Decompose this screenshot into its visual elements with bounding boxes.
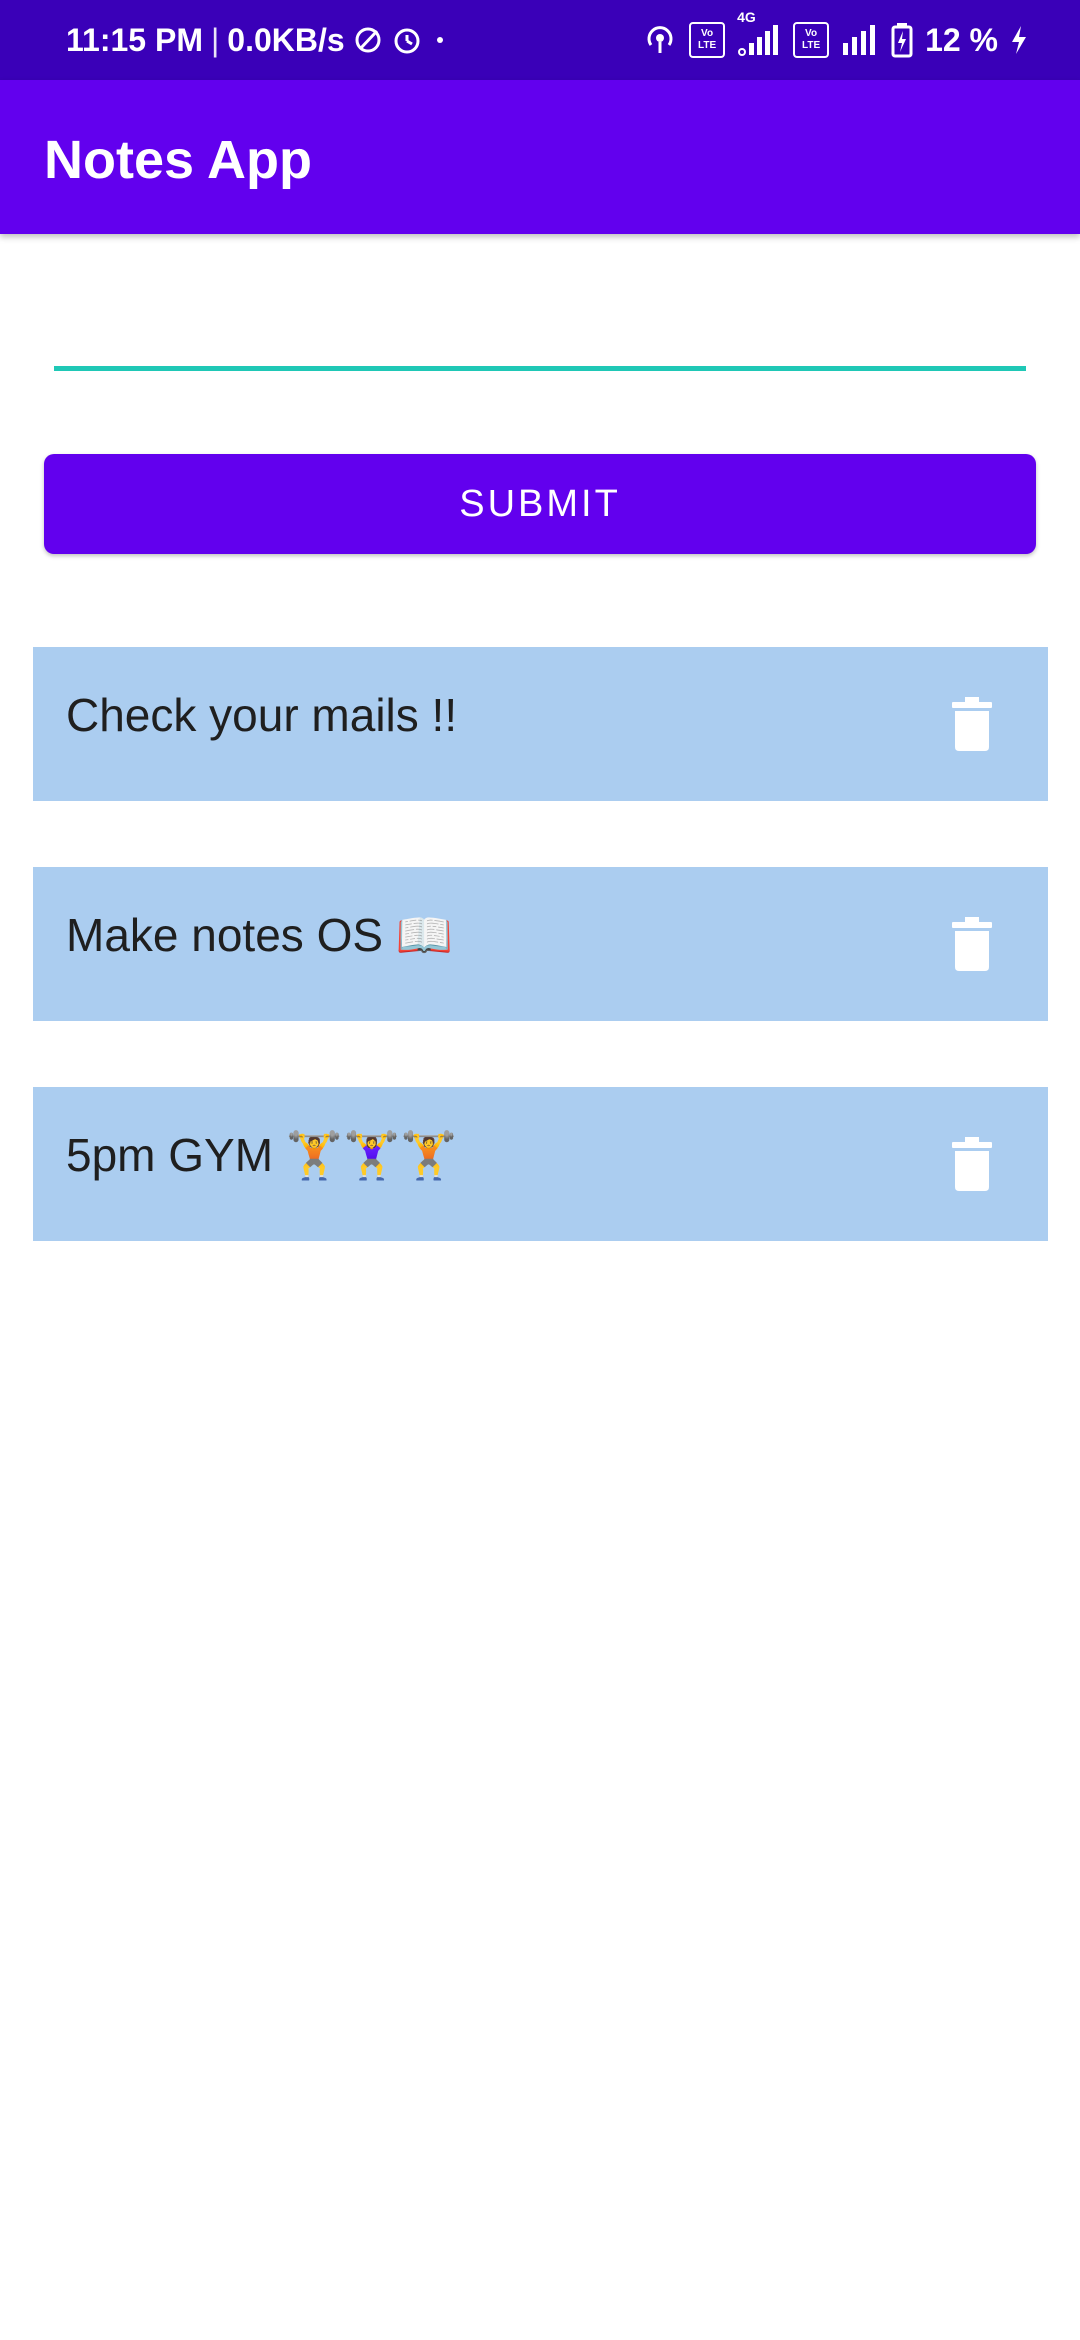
volte-bottom-text: LTE	[697, 40, 717, 51]
network-type: 4G	[737, 9, 756, 25]
volte-icon-2: Vo LTE	[793, 22, 830, 58]
list-item: Make notes OS 📖	[33, 867, 1048, 1021]
note-text: 5pm GYM 🏋️🏋️‍♀️🏋️	[66, 1129, 458, 1181]
volte-bottom-text-2: LTE	[801, 40, 821, 51]
battery-icon	[891, 22, 913, 58]
trash-icon[interactable]	[952, 917, 992, 971]
status-bar-left: 11:15 PM | 0.0KB/s	[66, 0, 443, 80]
status-separator: |	[210, 21, 220, 58]
submit-button[interactable]: SUBMIT	[44, 454, 1036, 554]
charging-icon	[1010, 25, 1028, 55]
note-text: Check your mails !!	[66, 689, 458, 741]
volte-icon: Vo LTE	[689, 22, 726, 58]
do-not-disturb-icon	[353, 25, 383, 55]
list-item: 5pm GYM 🏋️🏋️‍♀️🏋️	[33, 1087, 1048, 1241]
signal-icon	[841, 23, 879, 57]
volte-top-text: Vo	[701, 28, 714, 39]
note-text: Make notes OS 📖	[66, 909, 454, 961]
app-title: Notes App	[44, 130, 312, 190]
note-input[interactable]	[54, 296, 1026, 371]
signal-4g-icon: 4G	[737, 9, 781, 57]
trash-icon[interactable]	[952, 697, 992, 751]
list-item: Check your mails !!	[33, 647, 1048, 801]
battery-level: 12 %	[925, 21, 998, 58]
alarm-icon	[391, 24, 423, 56]
volte-top-text-2: Vo	[805, 28, 818, 39]
clock: 11:15 PM	[66, 21, 203, 58]
status-bar-right: Vo LTE 4G Vo LTE 12 %	[643, 0, 1028, 80]
notes-list: Check your mails !! Make notes OS 📖 5pm …	[33, 647, 1048, 1307]
trash-icon[interactable]	[952, 1137, 992, 1191]
app-bar: Notes App	[0, 80, 1080, 234]
hotspot-icon	[643, 23, 677, 57]
status-bar: 11:15 PM | 0.0KB/s Vo LTE 4G Vo LTE 12 %	[0, 0, 1080, 80]
network-speed: 0.0KB/s	[227, 21, 345, 58]
more-notifications-icon	[436, 37, 443, 43]
